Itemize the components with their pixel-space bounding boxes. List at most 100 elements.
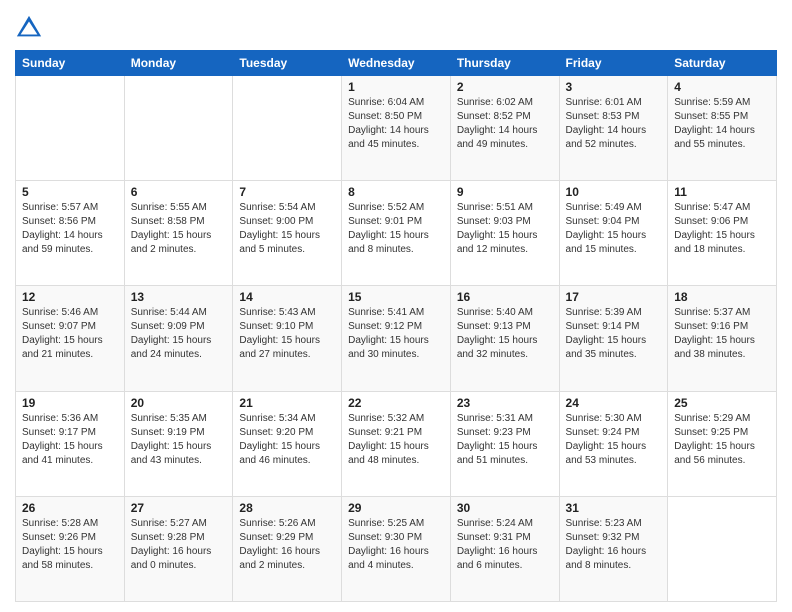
week-row-4: 19 Sunrise: 5:36 AM Sunset: 9:17 PM Dayli… bbox=[16, 391, 777, 496]
calendar-cell: 9 Sunrise: 5:51 AM Sunset: 9:03 PM Daylig… bbox=[450, 181, 559, 286]
calendar-cell: 3Sunrise: 6:01 AM Sunset: 8:53 PM Daylig… bbox=[559, 76, 668, 181]
day-number: 23 bbox=[457, 396, 553, 410]
calendar-cell: 11 Sunrise: 5:47 AM Sunset: 9:06 PM Dayli… bbox=[668, 181, 777, 286]
weekday-header-friday: Friday bbox=[559, 51, 668, 76]
calendar-cell: 25 Sunrise: 5:29 AM Sunset: 9:25 PM Dayli… bbox=[668, 391, 777, 496]
calendar-cell: 8 Sunrise: 5:52 AM Sunset: 9:01 PM Daylig… bbox=[342, 181, 451, 286]
day-number: 12 bbox=[22, 290, 118, 304]
day-info: Sunrise: 5:55 AM Sunset: 8:58 PM Dayligh… bbox=[131, 201, 227, 257]
day-info: Sunrise: 5:24 AM Sunset: 9:31 PM Dayligh… bbox=[457, 517, 553, 573]
day-number: 9 bbox=[457, 185, 553, 199]
calendar-cell bbox=[124, 76, 233, 181]
day-number: 8 bbox=[348, 185, 444, 199]
day-number: 7 bbox=[239, 185, 335, 199]
weekday-header-tuesday: Tuesday bbox=[233, 51, 342, 76]
day-info: Sunrise: 5:35 AM Sunset: 9:19 PM Dayligh… bbox=[131, 412, 227, 468]
weekday-header-wednesday: Wednesday bbox=[342, 51, 451, 76]
day-number: 28 bbox=[239, 501, 335, 515]
weekday-header-sunday: Sunday bbox=[16, 51, 125, 76]
day-info: Sunrise: 5:51 AM Sunset: 9:03 PM Dayligh… bbox=[457, 201, 553, 257]
day-info: Sunrise: 5:44 AM Sunset: 9:09 PM Dayligh… bbox=[131, 306, 227, 362]
day-number: 19 bbox=[22, 396, 118, 410]
calendar-cell: 24 Sunrise: 5:30 AM Sunset: 9:24 PM Dayli… bbox=[559, 391, 668, 496]
day-info: Sunrise: 5:34 AM Sunset: 9:20 PM Dayligh… bbox=[239, 412, 335, 468]
calendar-cell: 14 Sunrise: 5:43 AM Sunset: 9:10 PM Dayli… bbox=[233, 286, 342, 391]
day-number: 15 bbox=[348, 290, 444, 304]
day-number: 11 bbox=[674, 185, 770, 199]
calendar-cell: 19 Sunrise: 5:36 AM Sunset: 9:17 PM Dayli… bbox=[16, 391, 125, 496]
day-number: 31 bbox=[566, 501, 662, 515]
week-row-1: 1Sunrise: 6:04 AM Sunset: 8:50 PM Daylig… bbox=[16, 76, 777, 181]
day-info: Sunrise: 5:39 AM Sunset: 9:14 PM Dayligh… bbox=[566, 306, 662, 362]
day-number: 17 bbox=[566, 290, 662, 304]
calendar-cell: 4 Sunrise: 5:59 AM Sunset: 8:55 PM Daylig… bbox=[668, 76, 777, 181]
calendar-table: SundayMondayTuesdayWednesdayThursdayFrid… bbox=[15, 50, 777, 602]
day-number: 21 bbox=[239, 396, 335, 410]
day-info: Sunrise: 5:43 AM Sunset: 9:10 PM Dayligh… bbox=[239, 306, 335, 362]
calendar-cell: 28 Sunrise: 5:26 AM Sunset: 9:29 PM Dayli… bbox=[233, 496, 342, 601]
day-info: Sunrise: 5:59 AM Sunset: 8:55 PM Dayligh… bbox=[674, 96, 770, 152]
day-info: Sunrise: 5:47 AM Sunset: 9:06 PM Dayligh… bbox=[674, 201, 770, 257]
day-number: 25 bbox=[674, 396, 770, 410]
day-number: 22 bbox=[348, 396, 444, 410]
calendar-cell bbox=[16, 76, 125, 181]
day-number: 24 bbox=[566, 396, 662, 410]
calendar-cell: 16Sunrise: 5:40 AM Sunset: 9:13 PM Dayli… bbox=[450, 286, 559, 391]
header bbox=[15, 10, 777, 42]
week-row-2: 5Sunrise: 5:57 AM Sunset: 8:56 PM Daylig… bbox=[16, 181, 777, 286]
day-info: Sunrise: 5:41 AM Sunset: 9:12 PM Dayligh… bbox=[348, 306, 444, 362]
calendar-cell bbox=[233, 76, 342, 181]
day-info: Sunrise: 5:30 AM Sunset: 9:24 PM Dayligh… bbox=[566, 412, 662, 468]
weekday-header-monday: Monday bbox=[124, 51, 233, 76]
page: SundayMondayTuesdayWednesdayThursdayFrid… bbox=[0, 0, 792, 612]
day-info: Sunrise: 5:25 AM Sunset: 9:30 PM Dayligh… bbox=[348, 517, 444, 573]
day-info: Sunrise: 5:36 AM Sunset: 9:17 PM Dayligh… bbox=[22, 412, 118, 468]
day-info: Sunrise: 6:02 AM Sunset: 8:52 PM Dayligh… bbox=[457, 96, 553, 152]
calendar-cell: 10 Sunrise: 5:49 AM Sunset: 9:04 PM Dayli… bbox=[559, 181, 668, 286]
calendar-cell: 7Sunrise: 5:54 AM Sunset: 9:00 PM Daylig… bbox=[233, 181, 342, 286]
logo-icon bbox=[15, 14, 43, 42]
week-row-5: 26 Sunrise: 5:28 AM Sunset: 9:26 PM Dayli… bbox=[16, 496, 777, 601]
calendar-cell: 26 Sunrise: 5:28 AM Sunset: 9:26 PM Dayli… bbox=[16, 496, 125, 601]
calendar-cell: 30 Sunrise: 5:24 AM Sunset: 9:31 PM Dayli… bbox=[450, 496, 559, 601]
day-number: 4 bbox=[674, 80, 770, 94]
day-info: Sunrise: 5:29 AM Sunset: 9:25 PM Dayligh… bbox=[674, 412, 770, 468]
logo bbox=[15, 14, 47, 42]
calendar-cell: 31 Sunrise: 5:23 AM Sunset: 9:32 PM Dayli… bbox=[559, 496, 668, 601]
day-number: 30 bbox=[457, 501, 553, 515]
day-number: 13 bbox=[131, 290, 227, 304]
day-number: 20 bbox=[131, 396, 227, 410]
day-number: 10 bbox=[566, 185, 662, 199]
calendar-cell: 1Sunrise: 6:04 AM Sunset: 8:50 PM Daylig… bbox=[342, 76, 451, 181]
day-number: 18 bbox=[674, 290, 770, 304]
calendar-cell: 17 Sunrise: 5:39 AM Sunset: 9:14 PM Dayli… bbox=[559, 286, 668, 391]
day-info: Sunrise: 5:28 AM Sunset: 9:26 PM Dayligh… bbox=[22, 517, 118, 573]
day-number: 26 bbox=[22, 501, 118, 515]
calendar-cell: 22 Sunrise: 5:32 AM Sunset: 9:21 PM Dayli… bbox=[342, 391, 451, 496]
day-info: Sunrise: 5:32 AM Sunset: 9:21 PM Dayligh… bbox=[348, 412, 444, 468]
day-info: Sunrise: 5:31 AM Sunset: 9:23 PM Dayligh… bbox=[457, 412, 553, 468]
day-info: Sunrise: 5:27 AM Sunset: 9:28 PM Dayligh… bbox=[131, 517, 227, 573]
day-number: 5 bbox=[22, 185, 118, 199]
weekday-header-row: SundayMondayTuesdayWednesdayThursdayFrid… bbox=[16, 51, 777, 76]
calendar-cell: 6 Sunrise: 5:55 AM Sunset: 8:58 PM Daylig… bbox=[124, 181, 233, 286]
day-number: 27 bbox=[131, 501, 227, 515]
day-info: Sunrise: 6:01 AM Sunset: 8:53 PM Dayligh… bbox=[566, 96, 662, 152]
day-info: Sunrise: 5:37 AM Sunset: 9:16 PM Dayligh… bbox=[674, 306, 770, 362]
day-info: Sunrise: 5:26 AM Sunset: 9:29 PM Dayligh… bbox=[239, 517, 335, 573]
calendar-cell: 12Sunrise: 5:46 AM Sunset: 9:07 PM Dayli… bbox=[16, 286, 125, 391]
day-number: 29 bbox=[348, 501, 444, 515]
calendar-cell: 2Sunrise: 6:02 AM Sunset: 8:52 PM Daylig… bbox=[450, 76, 559, 181]
week-row-3: 12Sunrise: 5:46 AM Sunset: 9:07 PM Dayli… bbox=[16, 286, 777, 391]
calendar-cell: 13 Sunrise: 5:44 AM Sunset: 9:09 PM Dayli… bbox=[124, 286, 233, 391]
day-number: 14 bbox=[239, 290, 335, 304]
day-number: 16 bbox=[457, 290, 553, 304]
day-info: Sunrise: 5:23 AM Sunset: 9:32 PM Dayligh… bbox=[566, 517, 662, 573]
day-info: Sunrise: 5:52 AM Sunset: 9:01 PM Dayligh… bbox=[348, 201, 444, 257]
calendar-cell bbox=[668, 496, 777, 601]
calendar-cell: 21 Sunrise: 5:34 AM Sunset: 9:20 PM Dayli… bbox=[233, 391, 342, 496]
day-number: 1 bbox=[348, 80, 444, 94]
day-number: 6 bbox=[131, 185, 227, 199]
day-info: Sunrise: 5:49 AM Sunset: 9:04 PM Dayligh… bbox=[566, 201, 662, 257]
weekday-header-saturday: Saturday bbox=[668, 51, 777, 76]
